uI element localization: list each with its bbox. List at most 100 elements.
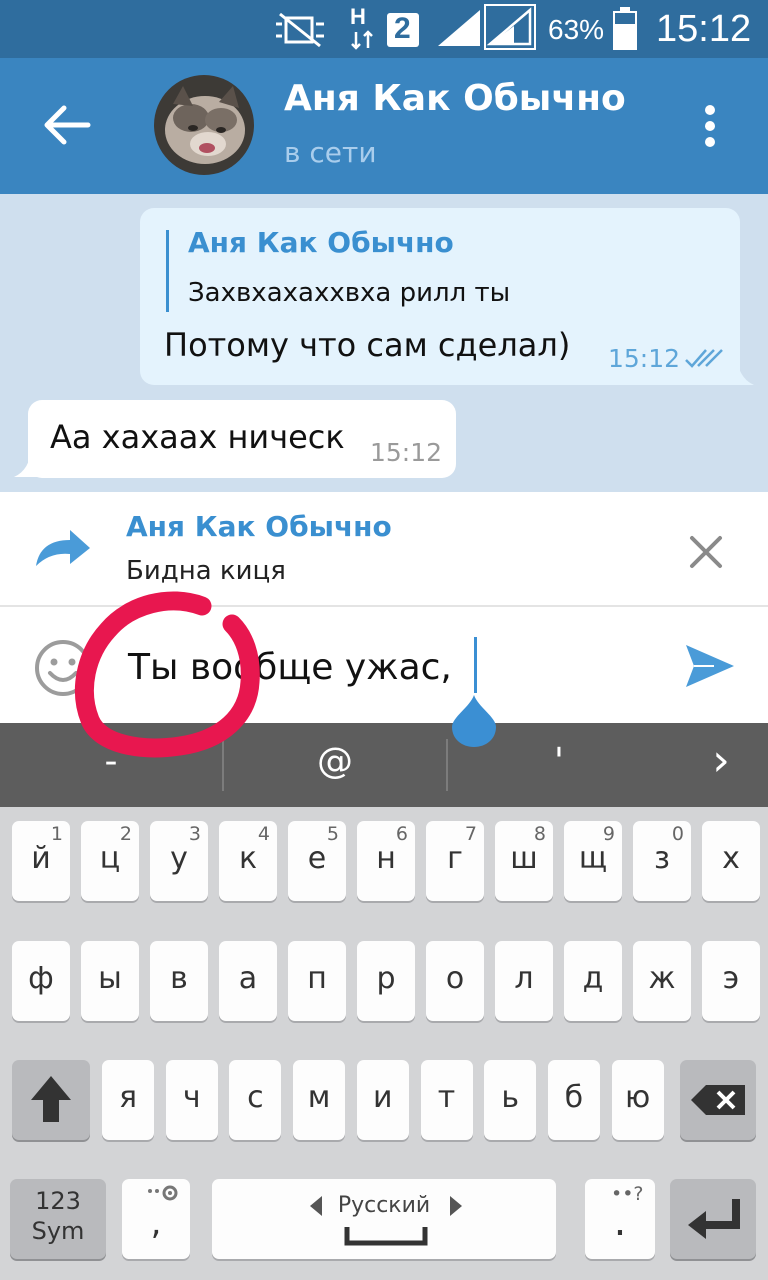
shift-icon: [31, 1076, 71, 1122]
forward-arrow-icon: [36, 530, 90, 566]
comma-key-label: ,: [150, 1203, 162, 1243]
contact-name[interactable]: Аня Как Обычно: [284, 78, 626, 119]
key-label: б: [564, 1080, 584, 1115]
key-г[interactable]: г7: [426, 821, 484, 901]
key-label: ф: [28, 961, 54, 996]
key-э[interactable]: э: [702, 941, 760, 1021]
message-incoming[interactable]: Аа хахаах ническ 15:12: [28, 400, 456, 478]
more-vert-icon[interactable]: [700, 102, 720, 150]
key-ы[interactable]: ы: [81, 941, 139, 1021]
key-ж[interactable]: ж: [633, 941, 691, 1021]
key-р[interactable]: р: [357, 941, 415, 1021]
key-label: ч: [182, 1080, 201, 1115]
status-time: 15:12: [656, 8, 752, 50]
suggestion-at[interactable]: @: [224, 741, 446, 782]
key-с[interactable]: с: [229, 1060, 282, 1140]
key-hint: 3: [188, 823, 201, 845]
message-input[interactable]: Ты вообще ужас,: [128, 647, 452, 688]
key-а[interactable]: а: [219, 941, 277, 1021]
key-ц[interactable]: ц2: [81, 821, 139, 901]
key-label: ю: [624, 1080, 651, 1115]
key-н[interactable]: н6: [357, 821, 415, 901]
period-key-label: .: [613, 1199, 627, 1245]
emoji-icon[interactable]: [34, 639, 92, 697]
key-т[interactable]: т: [420, 1060, 473, 1140]
forward-text: Бидна киця: [126, 556, 286, 586]
key-label: ш: [510, 841, 538, 876]
suggestion-more-chevron[interactable]: ›: [676, 735, 766, 786]
enter-key[interactable]: [670, 1179, 756, 1259]
signal-icon: [438, 10, 480, 46]
key-label: у: [170, 841, 188, 876]
key-и[interactable]: и: [356, 1060, 409, 1140]
message-input-bar: Ты вообще ужас,: [0, 607, 768, 723]
key-label: д: [582, 961, 604, 996]
key-ч[interactable]: ч: [165, 1060, 218, 1140]
key-ь[interactable]: ь: [484, 1060, 537, 1140]
text-cursor: [474, 637, 477, 693]
key-label: э: [722, 961, 740, 996]
key-й[interactable]: й1: [12, 821, 70, 901]
key-label: п: [307, 961, 327, 996]
key-hint: 1: [50, 823, 63, 845]
key-hint: 0: [671, 823, 684, 845]
key-е[interactable]: е5: [288, 821, 346, 901]
sym-key[interactable]: 123 Sym: [10, 1179, 106, 1259]
message-time: 15:12: [608, 344, 681, 373]
language-right-icon: [450, 1196, 462, 1216]
key-щ[interactable]: щ9: [564, 821, 622, 901]
battery-percent: 63%: [548, 14, 605, 45]
key-label: ы: [98, 961, 122, 996]
key-у[interactable]: у3: [150, 821, 208, 901]
key-я[interactable]: я: [102, 1060, 154, 1140]
key-б[interactable]: б: [547, 1060, 600, 1140]
key-label: о: [445, 961, 465, 996]
close-icon[interactable]: [688, 534, 724, 570]
key-hint: 5: [326, 823, 339, 845]
key-label: к: [238, 841, 258, 876]
space-key[interactable]: Русский: [212, 1179, 556, 1259]
message-text: Аа хахаах ническ: [50, 418, 345, 456]
key-о[interactable]: о: [426, 941, 484, 1021]
settings-icon: [148, 1185, 178, 1201]
key-hint: 2: [119, 823, 132, 845]
cursor-handle[interactable]: [450, 693, 498, 749]
battery-icon: [613, 7, 637, 50]
key-ф[interactable]: ф: [12, 941, 70, 1021]
suggestion-dash[interactable]: -: [0, 741, 222, 782]
key-п[interactable]: п: [288, 941, 346, 1021]
key-hint: 6: [395, 823, 408, 845]
comma-key[interactable]: ,: [122, 1179, 190, 1259]
message-text: Потому что сам сделал): [164, 326, 571, 364]
suggestion-strip: - @ ' ›: [0, 723, 768, 807]
key-к[interactable]: к4: [219, 821, 277, 901]
key-д[interactable]: д: [564, 941, 622, 1021]
key-label: з: [654, 841, 670, 876]
avatar[interactable]: [153, 74, 255, 176]
key-ш[interactable]: ш8: [495, 821, 553, 901]
key-label: щ: [578, 841, 608, 876]
backspace-icon: [691, 1085, 745, 1115]
key-х[interactable]: х: [702, 821, 760, 901]
data-arrows-icon: [351, 30, 373, 50]
mute-vibrate-icon: [276, 12, 324, 48]
forward-name: Аня Как Обычно: [126, 510, 392, 543]
send-icon[interactable]: [684, 643, 736, 689]
shift-key[interactable]: [12, 1060, 90, 1140]
key-label: в: [170, 961, 188, 996]
key-м[interactable]: м: [293, 1060, 346, 1140]
key-label: г: [447, 841, 463, 876]
message-outgoing[interactable]: Аня Как Обычно Захвхахаххвха рилл ты Пот…: [140, 208, 740, 385]
backspace-key[interactable]: [680, 1060, 756, 1140]
chat-area[interactable]: Аня Как Обычно Захвхахаххвха рилл ты Пот…: [0, 194, 768, 492]
period-key[interactable]: ••? .: [585, 1179, 655, 1259]
key-label: т: [437, 1080, 456, 1115]
back-arrow-icon[interactable]: [42, 102, 92, 148]
reply-quote-text: Захвхахаххвха рилл ты: [188, 278, 511, 308]
key-л[interactable]: л: [495, 941, 553, 1021]
key-label: ц: [99, 841, 121, 876]
reply-quote-name: Аня Как Обычно: [188, 226, 454, 259]
key-в[interactable]: в: [150, 941, 208, 1021]
key-з[interactable]: з0: [633, 821, 691, 901]
key-ю[interactable]: ю: [611, 1060, 664, 1140]
